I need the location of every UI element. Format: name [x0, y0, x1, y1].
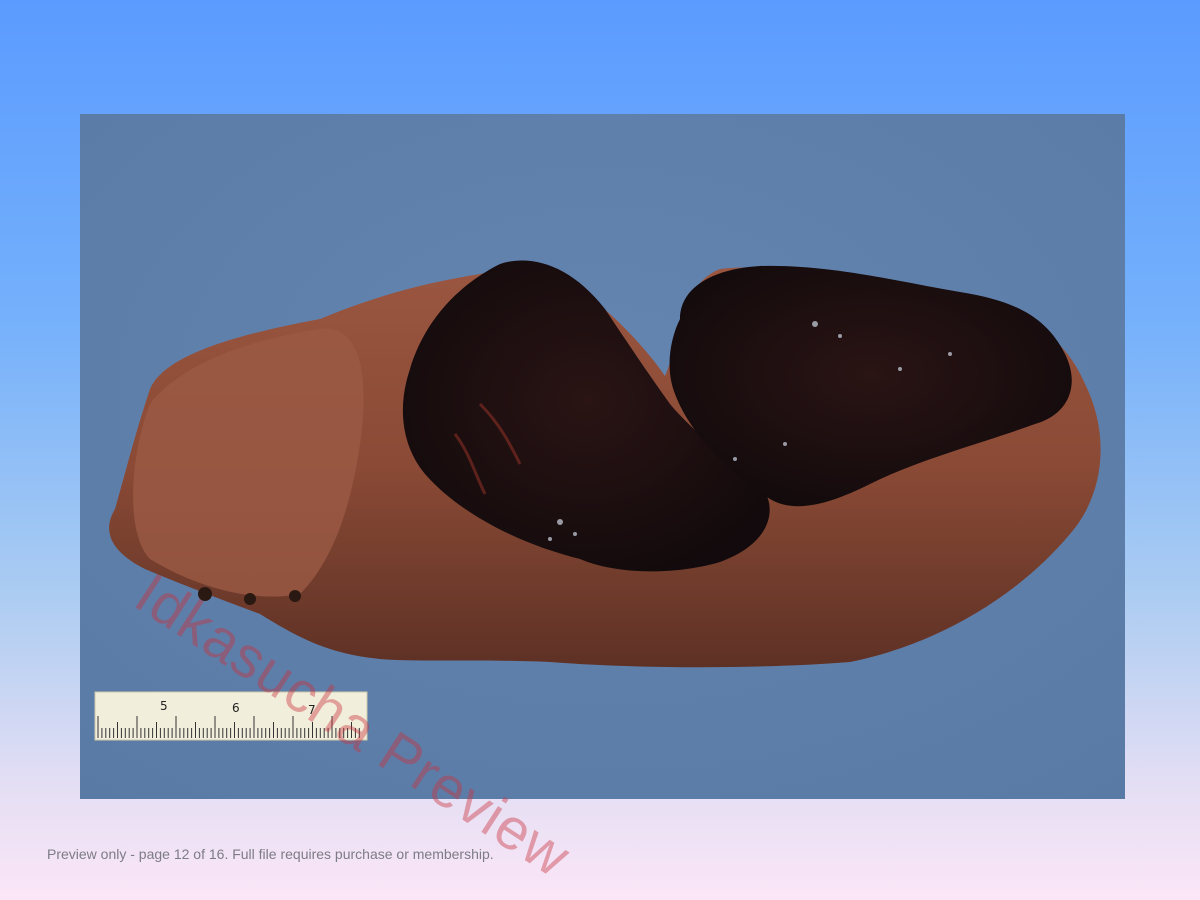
footer-preview-note: Preview only - page 12 of 16. Full file … — [47, 846, 494, 862]
ruler-label-6: 6 — [232, 701, 240, 715]
specimen-illustration: 5 6 7 — [80, 114, 1125, 799]
specimen-photo: 5 6 7 — [80, 114, 1125, 799]
ruler-label-5: 5 — [160, 699, 168, 713]
